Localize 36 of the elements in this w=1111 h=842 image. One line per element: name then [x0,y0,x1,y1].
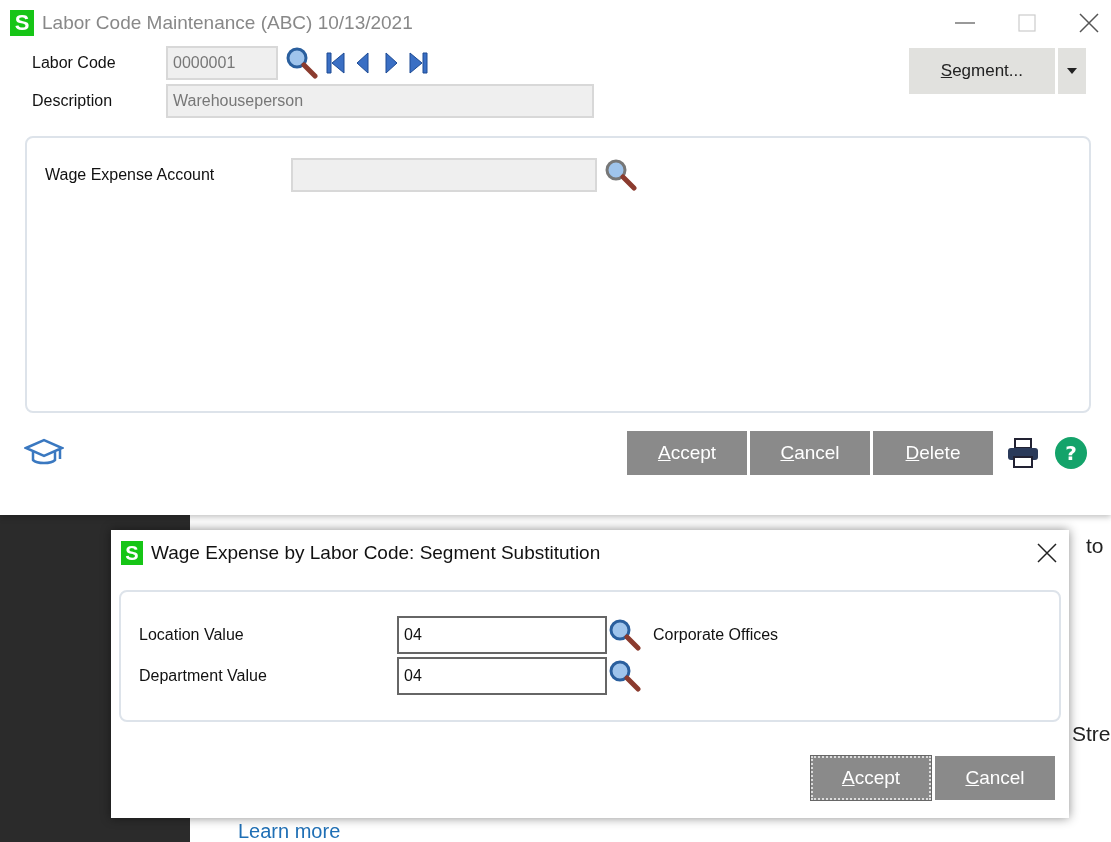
search-icon[interactable] [284,46,318,80]
field-label: Wage Expense Account [45,166,216,184]
page-text: to [1086,533,1104,559]
search-icon[interactable] [607,618,641,652]
first-record-icon[interactable] [324,50,346,76]
page-text: Stre [1072,721,1111,747]
field-label: Description [32,92,114,110]
value-field[interactable]: 04 [397,657,607,695]
value-description: Corporate Offices [653,626,779,644]
field-label: Labor Code [32,54,117,72]
code-field[interactable]: 0000001 [166,46,278,80]
window-title: Labor Code Maintenance (ABC) 10/13/2021 [42,12,414,34]
footer-button[interactable]: Accept [627,431,747,475]
field-label: Department Value [139,667,268,685]
footer-button[interactable]: Delete [873,431,993,475]
learn-more-link[interactable]: Learn more [238,820,341,842]
dropdown-button[interactable] [1058,48,1086,94]
dialog-button[interactable]: Accept [811,756,931,800]
printer-icon[interactable] [1006,437,1040,469]
search-icon[interactable] [607,659,641,693]
caret-icon [1067,68,1077,74]
app-logo: S [10,10,34,36]
segment-button[interactable]: Segment... [908,48,1055,94]
dialog-button[interactable]: Cancel [935,756,1055,800]
account-field[interactable] [291,158,597,192]
close-icon[interactable] [1077,11,1101,35]
footer-button[interactable]: Cancel [750,431,870,475]
close-icon[interactable] [1035,541,1059,565]
value-field[interactable]: 04 [397,616,607,654]
description-field[interactable]: Warehouseperson [166,84,594,118]
help-icon[interactable]: ? [1055,437,1087,469]
last-record-icon[interactable] [408,50,430,76]
app-logo: S [121,541,143,565]
field-label: Location Value [139,626,245,644]
search-icon[interactable] [603,158,637,192]
dialog-title: Wage Expense by Labor Code: Segment Substitution [151,542,602,564]
